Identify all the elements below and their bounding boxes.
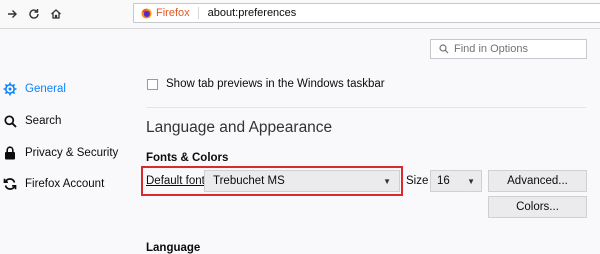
size-label: Size: [406, 175, 429, 187]
find-in-options-placeholder: Find in Options: [454, 43, 528, 55]
sidebar-item-general[interactable]: General: [0, 78, 120, 100]
colors-button-label: Colors...: [516, 201, 559, 213]
sidebar-item-label: Privacy & Security: [25, 147, 119, 159]
gear-icon: [3, 82, 17, 96]
advanced-fonts-button[interactable]: Advanced...: [488, 170, 587, 192]
sync-icon: [3, 177, 17, 191]
taskbar-previews-checkbox[interactable]: [147, 78, 158, 90]
font-size-value: 16: [437, 175, 450, 187]
default-font-label-text: Default font: [146, 175, 205, 187]
firefox-logo-icon: [141, 7, 152, 19]
search-icon: [3, 114, 17, 128]
sidebar-item-privacy-security[interactable]: Privacy & Security: [0, 142, 120, 164]
url-bar[interactable]: Firefox about:preferences: [133, 3, 600, 23]
taskbar-previews-checkbox-row[interactable]: Show tab previews in the Windows taskbar: [147, 78, 385, 90]
sidebar-item-firefox-account[interactable]: Firefox Account: [0, 173, 120, 195]
search-icon: [439, 44, 449, 54]
sidebar-item-search[interactable]: Search: [0, 110, 120, 132]
identity-label[interactable]: Firefox: [156, 7, 199, 19]
section-title: Language and Appearance: [146, 119, 333, 136]
default-font-select[interactable]: Trebuchet MS ▼: [204, 170, 400, 192]
language-heading: Language: [146, 242, 201, 254]
browser-toolbar: Firefox about:preferences: [0, 0, 600, 29]
taskbar-previews-label[interactable]: Show tab previews in the Windows taskbar: [166, 78, 385, 90]
sidebar-item-label: General: [25, 83, 66, 95]
font-size-select[interactable]: 16 ▼: [430, 170, 482, 192]
colors-button[interactable]: Colors...: [488, 196, 587, 218]
dropdown-arrow-icon: ▼: [467, 176, 475, 186]
section-divider: [146, 107, 586, 108]
find-in-options-input[interactable]: Find in Options: [430, 39, 587, 59]
default-font-label: Default font: [146, 175, 205, 187]
home-icon[interactable]: [46, 4, 66, 24]
sidebar-item-label: Search: [25, 115, 62, 127]
advanced-fonts-button-label: Advanced...: [507, 175, 568, 187]
reload-icon[interactable]: [24, 4, 44, 24]
lock-icon: [3, 146, 17, 160]
forward-icon[interactable]: [2, 4, 22, 24]
default-font-value: Trebuchet MS: [213, 175, 285, 187]
fonts-colors-heading: Fonts & Colors: [146, 152, 229, 164]
sidebar-item-label: Firefox Account: [25, 178, 105, 190]
dropdown-arrow-icon: ▼: [383, 176, 391, 186]
url-text[interactable]: about:preferences: [199, 7, 297, 19]
